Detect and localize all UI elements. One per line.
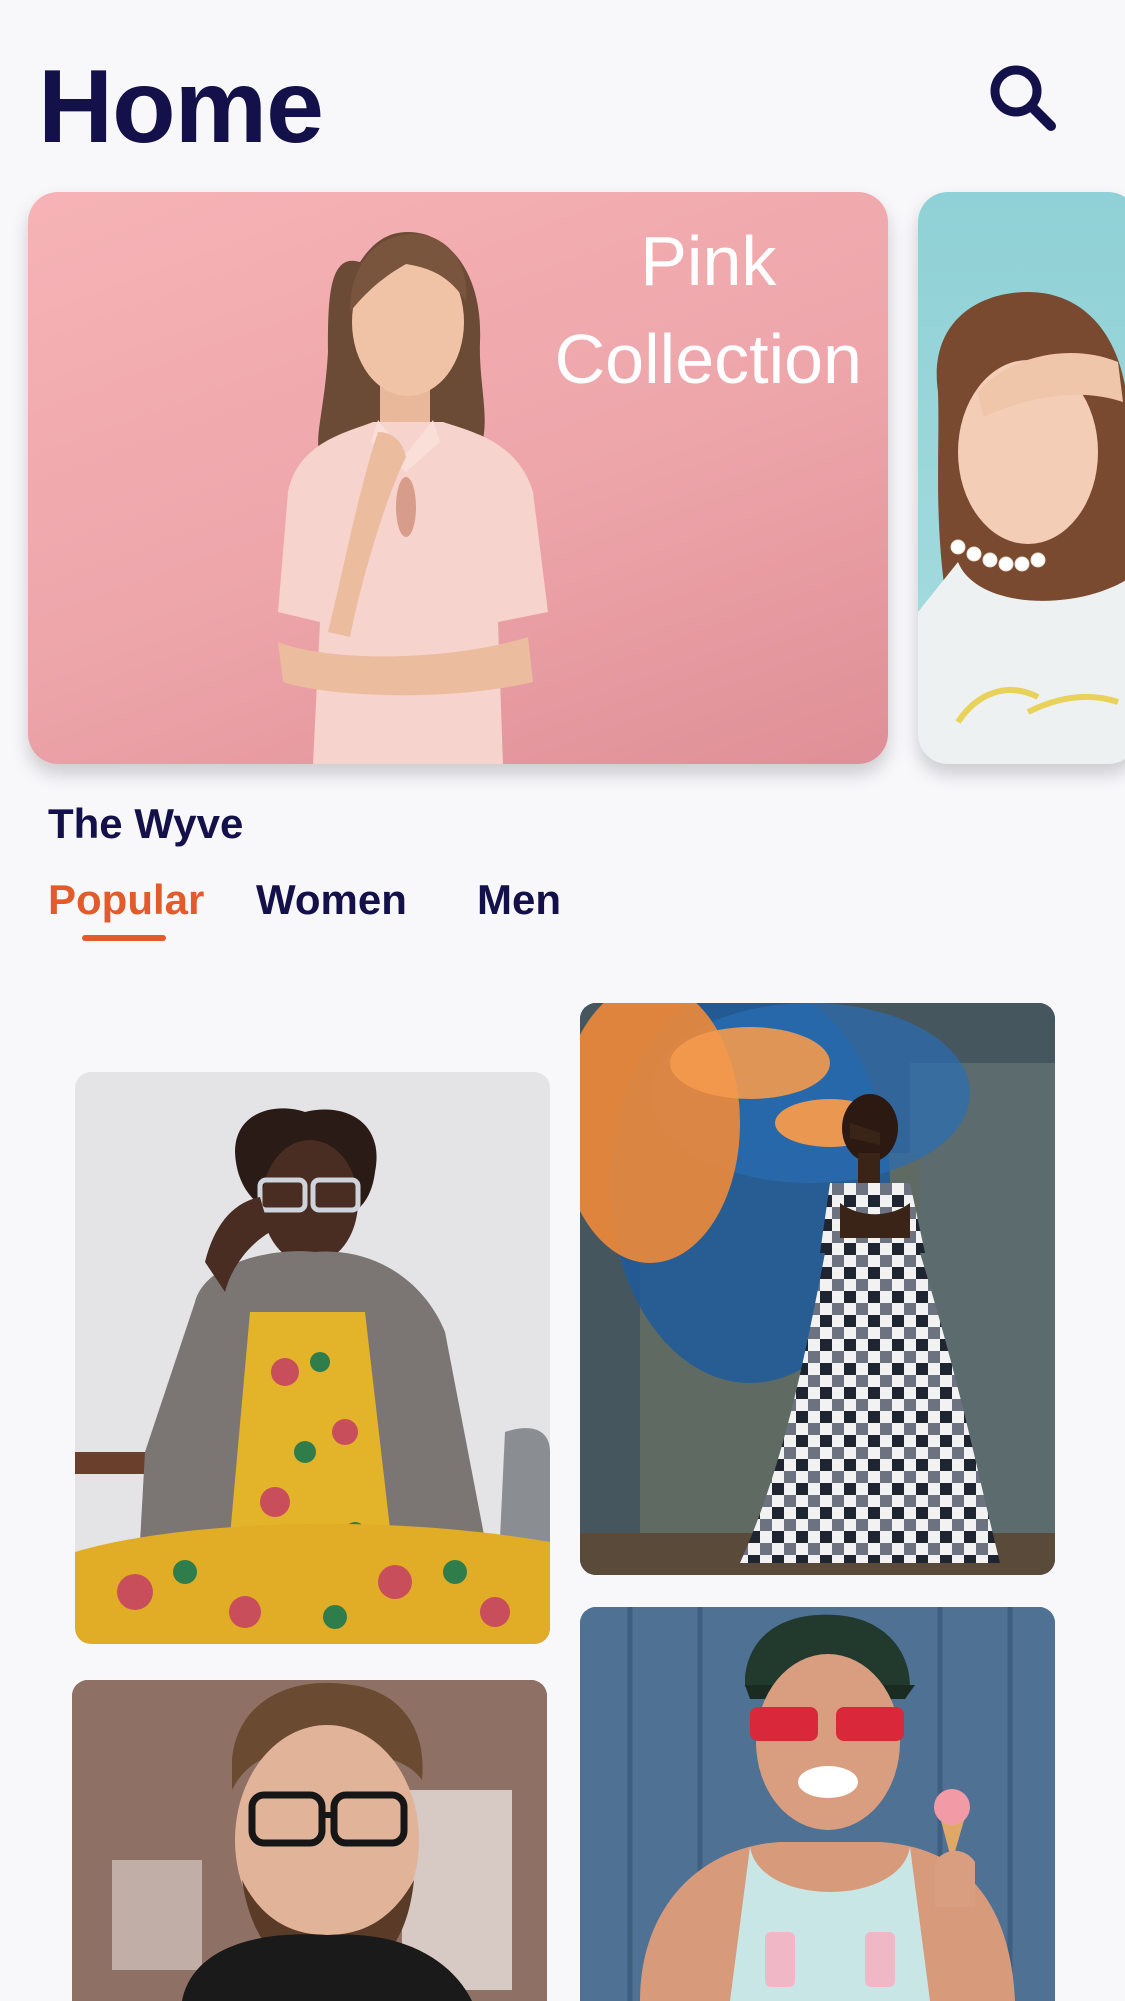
card-title: Pink Collection <box>555 212 862 408</box>
carousel-card-pink-collection[interactable]: Pink Collection <box>28 192 888 764</box>
man-cap-ice-cream-photo <box>580 1607 1055 2001</box>
carousel-card-next[interactable] <box>918 192 1125 764</box>
product-tile-glasses-man[interactable] <box>72 1680 547 2001</box>
brand-name: The Wyve <box>48 800 244 847</box>
tab-popular[interactable]: Popular <box>48 876 204 924</box>
woman-gingham-dress-smoke-photo <box>580 1003 1055 1575</box>
tab-women[interactable]: Women <box>256 876 407 924</box>
tab-men[interactable]: Men <box>477 876 561 924</box>
card-title-line-2: Collection <box>554 320 862 398</box>
search-icon <box>990 65 1056 131</box>
page-title: Home <box>38 49 324 165</box>
man-glasses-turtleneck-photo <box>72 1680 547 2001</box>
search-button[interactable] <box>985 60 1061 136</box>
card-title-line-1: Pink <box>640 222 777 300</box>
product-tile-floral[interactable] <box>75 1072 550 1644</box>
woman-floral-jumpsuit-photo <box>75 1108 550 1644</box>
product-tile-cap-man[interactable] <box>580 1607 1055 2001</box>
active-tab-indicator <box>82 935 166 941</box>
product-tile-gingham[interactable] <box>580 1003 1055 1575</box>
model-photo <box>918 292 1125 764</box>
